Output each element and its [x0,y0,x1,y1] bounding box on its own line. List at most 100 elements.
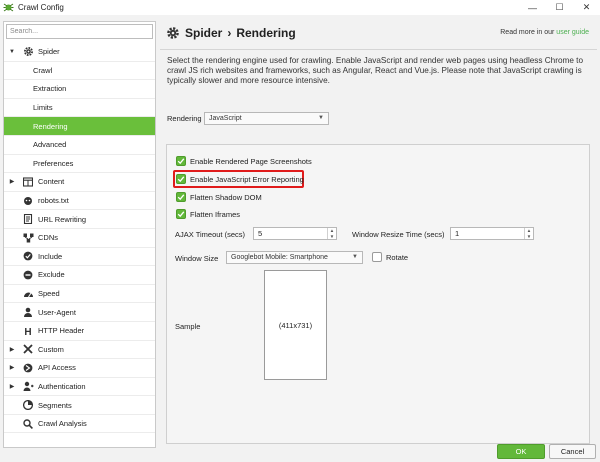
sidebar-item-rendering[interactable]: Rendering [4,117,155,136]
rendering-select[interactable]: JavaScript ▼ [204,112,329,125]
ajax-timeout-spinner[interactable]: 5 ▲ ▼ [253,227,337,240]
sidebar-item-extraction[interactable]: Extraction [4,80,155,99]
sidebar-item-label: Rendering [33,121,68,131]
window-resize-spinner[interactable]: 1 ▲ ▼ [450,227,534,240]
rendering-label: Rendering [167,114,202,123]
ok-button[interactable]: OK [497,444,545,459]
gear-icon [167,27,179,39]
sidebar-item-segments[interactable]: Segments [4,396,155,415]
collapsed-arrow-icon[interactable]: ▶ [8,364,16,371]
shadow-dom-checkbox[interactable] [176,192,186,202]
sidebar-item-advanced[interactable]: Advanced [4,136,155,155]
checkmark-icon [177,211,185,218]
sidebar-item-custom[interactable]: ▶ Custom [4,341,155,360]
rendering-row: Rendering JavaScript ▼ [167,112,329,125]
sidebar-item-limits[interactable]: Limits [4,99,155,118]
custom-icon [22,343,34,355]
rotate-checkbox[interactable] [372,252,382,262]
main-panel: Spider › Rendering Read more in our user… [160,21,597,448]
sidebar-item-label: CDNs [38,233,58,243]
cdn-icon [22,232,34,244]
read-more: Read more in our user guide [500,29,589,36]
maximize-button[interactable]: ☐ [546,0,573,15]
window-resize-value: 1 [455,229,460,238]
checkmark-icon [177,194,185,201]
include-icon [22,250,34,262]
sidebar-item-http-header[interactable]: H HTTP Header [4,322,155,341]
dialog-body: ▼ Spider Crawl Extraction Limits Rendering Adv… [0,15,600,462]
sidebar-item-cdns[interactable]: CDNs [4,229,155,248]
header-divider [160,49,597,50]
sidebar-item-label: Speed [38,289,60,299]
sample-dimensions: (411x731) [278,320,313,330]
robot-icon [22,195,34,207]
close-button[interactable]: ✕ [573,0,600,15]
expanded-arrow-icon[interactable]: ▼ [8,49,16,55]
sample-preview: (411x731) [264,270,327,380]
shadow-dom-label: Flatten Shadow DOM [190,192,262,202]
sidebar-item-url-rewriting[interactable]: URL Rewriting [4,210,155,229]
chevron-down-icon: ▼ [318,115,324,121]
shadow-dom-option[interactable]: Flatten Shadow DOM [176,192,262,202]
rotate-option[interactable]: Rotate [372,252,408,262]
user-agent-icon [22,306,34,318]
sidebar-item-label: Content [38,177,65,187]
collapsed-arrow-icon[interactable]: ▶ [8,346,16,353]
window-size-value: Googlebot Mobile: Smartphone [231,254,328,261]
screenshots-checkbox[interactable] [176,156,186,166]
sidebar-item-authentication[interactable]: ▶ Authentication [4,378,155,397]
cancel-button[interactable]: Cancel [549,444,596,459]
screenshots-label: Enable Rendered Page Screenshots [190,156,312,166]
sidebar-item-label: Exclude [38,270,65,280]
collapsed-arrow-icon[interactable]: ▶ [8,383,16,390]
spin-down-icon[interactable]: ▼ [328,234,336,240]
sidebar-item-label: Crawl [33,65,53,75]
iframes-label: Flatten Iframes [190,209,241,219]
sidebar-item-include[interactable]: Include [4,248,155,267]
exclude-icon [22,269,34,281]
rewrite-icon [22,213,34,225]
sidebar-item-label: Segments [38,400,72,410]
breadcrumb-separator: › [227,26,232,40]
sidebar-item-label: Authentication [38,381,86,391]
segments-icon [22,399,34,411]
js-error-option[interactable]: Enable JavaScript Error Reporting [176,174,304,184]
js-error-label: Enable JavaScript Error Reporting [190,174,304,184]
sidebar-item-spider[interactable]: ▼ Spider [4,43,155,62]
window-size-select[interactable]: Googlebot Mobile: Smartphone ▼ [226,251,363,264]
sidebar-item-crawl-analysis[interactable]: Crawl Analysis [4,415,155,434]
iframes-checkbox[interactable] [176,209,186,219]
checkmark-icon [177,176,185,183]
collapsed-arrow-icon[interactable]: ▶ [8,178,16,185]
iframes-option[interactable]: Flatten Iframes [176,209,240,219]
sidebar-item-label: HTTP Header [38,326,85,336]
sample-label: Sample [175,322,201,331]
user-guide-link[interactable]: user guide [556,29,589,36]
minimize-button[interactable]: — [519,0,546,15]
sidebar-item-label: Extraction [33,84,67,94]
search-input[interactable] [6,24,153,39]
sidebar-item-label: Include [38,251,63,261]
sidebar-item-user-agent[interactable]: User-Agent [4,303,155,322]
sidebar-item-label: Spider [38,47,60,57]
javascript-options-group: Enable Rendered Page Screenshots Enable … [166,144,590,444]
rendering-value: JavaScript [209,115,242,122]
sidebar-item-api-access[interactable]: ▶ API Access [4,359,155,378]
sidebar-item-exclude[interactable]: Exclude [4,266,155,285]
screenshots-option[interactable]: Enable Rendered Page Screenshots [176,156,312,166]
sidebar-item-label: URL Rewriting [38,214,87,224]
gear-icon [22,46,34,58]
rotate-label: Rotate [386,252,409,262]
sidebar-item-preferences[interactable]: Preferences [4,155,155,174]
title-bar: Crawl Config — ☐ ✕ [0,0,600,15]
spin-down-icon[interactable]: ▼ [525,234,533,240]
js-error-checkbox[interactable] [176,174,186,184]
sidebar-item-speed[interactable]: Speed [4,285,155,304]
speed-icon [22,288,34,300]
sidebar-item-crawl[interactable]: Crawl [4,62,155,81]
ajax-timeout-label: AJAX Timeout (secs) [175,230,246,239]
sidebar-item-robots-txt[interactable]: robots.txt [4,192,155,211]
sidebar-item-content[interactable]: ▶ Content [4,173,155,192]
http-header-icon: H [22,325,34,337]
sidebar-item-label: Crawl Analysis [38,419,87,429]
